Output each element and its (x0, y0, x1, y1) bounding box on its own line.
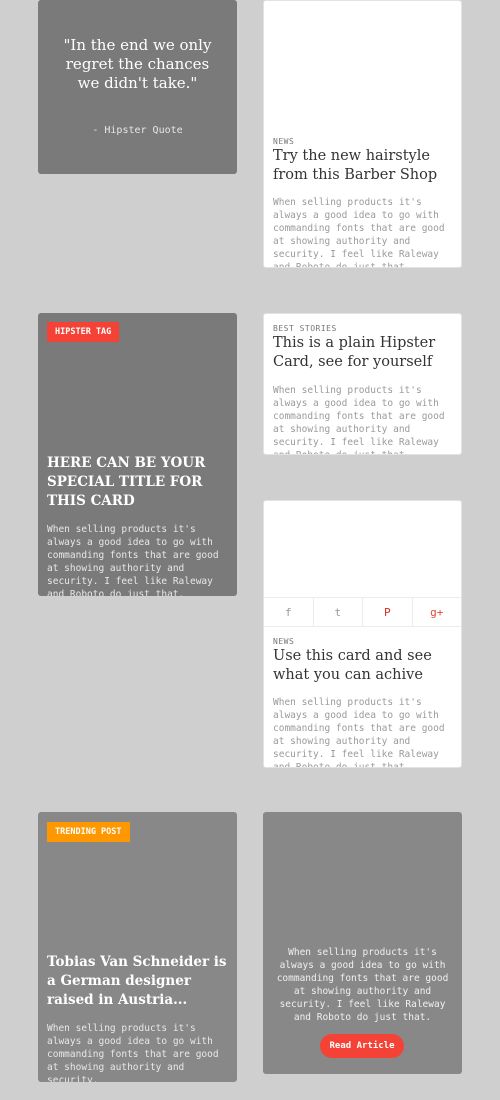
card-body: When selling products it's always a good… (273, 197, 445, 268)
pinterest-icon[interactable]: P (363, 598, 413, 626)
trending-tag-badge[interactable]: TRENDING POST (47, 822, 130, 842)
social-card[interactable]: f t P g+ NEWS Use this card and see what… (263, 500, 462, 768)
card-title[interactable]: Try the new hairstyle from this Barber S… (273, 147, 452, 185)
card-title[interactable]: Use this card and see what you can achiv… (273, 647, 452, 685)
hipster-card[interactable]: HIPSTER TAG HERE CAN BE YOUR SPECIAL TIT… (38, 313, 237, 596)
card-category: NEWS (273, 637, 295, 646)
quote-author: - Hipster Quote (92, 125, 183, 136)
card-body: When selling products it's always a good… (47, 524, 219, 596)
card-title[interactable]: Tobias Van Schneider is a German designe… (47, 953, 228, 1010)
card-category: BEST STORIES (273, 324, 337, 333)
google-plus-icon[interactable]: g+ (413, 598, 462, 626)
card-title[interactable]: This is a plain Hipster Card, see for yo… (273, 334, 452, 372)
quote-text: "In the end we only regret the chances w… (63, 36, 212, 92)
social-share-row: f t P g+ (264, 597, 461, 627)
card-body: When selling products it's always a good… (47, 1023, 219, 1082)
card-title[interactable]: HERE CAN BE YOUR SPECIAL TITLE FOR THIS … (47, 454, 228, 511)
article-card: When selling products it's always a good… (263, 812, 462, 1074)
card-body: When selling products it's always a good… (273, 385, 445, 454)
card-body: When selling products it's always a good… (276, 947, 449, 1023)
trending-card[interactable]: TRENDING POST Tobias Van Schneider is a … (38, 812, 237, 1082)
twitter-icon[interactable]: t (314, 598, 363, 626)
news-card[interactable]: NEWS Try the new hairstyle from this Bar… (263, 0, 462, 268)
best-stories-card[interactable]: BEST STORIES This is a plain Hipster Car… (263, 313, 462, 455)
hipster-tag-badge[interactable]: HIPSTER TAG (47, 322, 120, 342)
facebook-icon[interactable]: f (264, 598, 314, 626)
card-body: When selling products it's always a good… (273, 697, 445, 768)
card-category: NEWS (273, 137, 295, 146)
read-article-button[interactable]: Read Article (320, 1034, 404, 1058)
quote-card: "In the end we only regret the chances w… (38, 0, 237, 174)
